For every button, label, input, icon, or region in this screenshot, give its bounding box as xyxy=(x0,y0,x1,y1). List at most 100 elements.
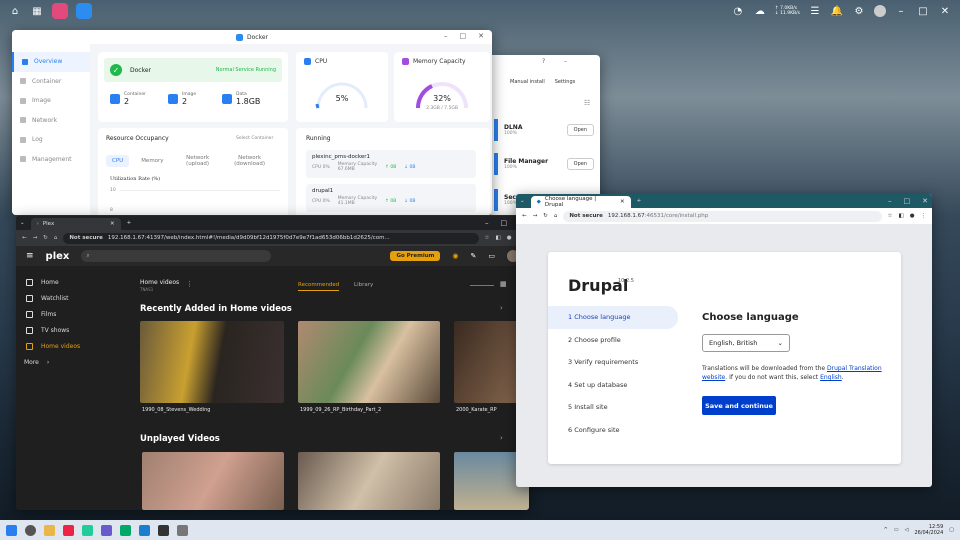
running-item[interactable]: drupal1 CPU 0% Memory Capacity 41.1MB ↑ 0… xyxy=(306,184,476,212)
cast-icon[interactable]: ▭ xyxy=(488,252,495,260)
tab-network-upload[interactable]: Network (upload) xyxy=(176,152,220,170)
nav-home-videos[interactable]: Home videos xyxy=(26,338,128,354)
cloud-icon[interactable]: ☁ xyxy=(753,4,767,18)
speedometer-icon[interactable]: ◔ xyxy=(731,4,745,18)
close-icon[interactable]: ✕ xyxy=(922,197,928,205)
url-field[interactable]: Not secure 192.168.1.67:46531/core/insta… xyxy=(563,210,882,222)
tab-search-icon[interactable]: ⌄ xyxy=(520,198,525,204)
nav-watchlist[interactable]: Watchlist xyxy=(26,290,128,306)
profile-icon[interactable]: ● xyxy=(910,213,915,219)
close-icon[interactable]: ✕ xyxy=(478,32,484,40)
settings-icon[interactable] xyxy=(177,524,188,536)
maximize-icon[interactable]: □ xyxy=(501,219,508,227)
video-thumbnail[interactable] xyxy=(298,321,440,403)
open-button[interactable]: Open xyxy=(566,158,594,170)
apps-grid-icon[interactable]: ▦ xyxy=(30,4,44,18)
settings-icon[interactable]: ⚙ xyxy=(852,4,866,18)
chevron-right-icon[interactable]: › xyxy=(500,304,503,312)
reload-icon[interactable]: ↻ xyxy=(43,235,48,241)
video-thumbnail[interactable] xyxy=(142,452,284,510)
bookmark-star-icon[interactable]: ☆ xyxy=(888,213,893,219)
terminal-icon[interactable] xyxy=(158,524,169,536)
minimize-icon[interactable]: – xyxy=(485,219,489,227)
volume-icon[interactable]: ◁ xyxy=(905,527,909,533)
menu-icon[interactable]: ⋮ xyxy=(921,213,927,219)
settings-button[interactable]: Settings xyxy=(555,79,576,85)
nav-overview[interactable]: Overview xyxy=(12,52,90,72)
tab-search-icon[interactable]: ⌄ xyxy=(20,220,25,226)
clock[interactable]: 12:59 26/04/2024 xyxy=(914,524,943,536)
nav-container[interactable]: Container xyxy=(12,72,90,92)
chevron-up-icon[interactable]: ^ xyxy=(884,527,888,533)
network-icon[interactable]: ▭ xyxy=(894,527,899,533)
tab-memory[interactable]: Memory xyxy=(135,155,169,167)
video-title[interactable]: 1999_09_26_RP_Birthday_Part_2 xyxy=(300,407,381,413)
nav-home[interactable]: Home xyxy=(26,274,128,290)
app-icon[interactable] xyxy=(82,524,93,536)
tab-network-download[interactable]: Network (download) xyxy=(226,152,274,170)
new-tab-icon[interactable]: + xyxy=(637,198,642,204)
nav-more[interactable]: More › xyxy=(24,354,128,370)
edge-icon[interactable] xyxy=(139,524,150,536)
nav-films[interactable]: Films xyxy=(26,306,128,322)
extensions-icon[interactable]: ◧ xyxy=(898,213,903,219)
docker-app-icon[interactable] xyxy=(76,3,92,19)
nav-network[interactable]: Network xyxy=(12,111,90,131)
home-icon[interactable]: ⌂ xyxy=(554,213,558,219)
video-title[interactable]: 1990_08_Stevens_Wedding xyxy=(142,407,210,413)
video-thumbnail[interactable] xyxy=(140,321,284,403)
grid-view-icon[interactable]: ▦ xyxy=(500,280,507,288)
url-field[interactable]: Not secure 192.168.1.67:41397/web/index.… xyxy=(63,232,479,244)
tab-cpu[interactable]: CPU xyxy=(106,155,130,167)
help-icon[interactable]: ? xyxy=(542,58,545,65)
maximize-icon[interactable]: □ xyxy=(460,32,467,40)
chevron-right-icon[interactable]: › xyxy=(500,434,503,442)
back-icon[interactable]: ← xyxy=(522,213,527,219)
nav-tv-shows[interactable]: TV shows xyxy=(26,322,128,338)
video-title[interactable]: 2000_Karate_RP xyxy=(456,407,497,413)
minimize-icon[interactable]: – xyxy=(888,197,892,205)
list-view-icon[interactable]: ☷ xyxy=(584,99,590,107)
open-button[interactable]: Open xyxy=(566,124,594,136)
close-icon[interactable]: ✕ xyxy=(938,4,952,18)
home-icon[interactable]: ⌂ xyxy=(8,4,22,18)
save-and-continue-button[interactable]: Save and continue xyxy=(702,396,776,415)
not-secure-badge[interactable]: Not secure xyxy=(69,235,103,241)
search-input[interactable]: ⌕ xyxy=(81,250,272,262)
select-container-button[interactable]: Select Container xyxy=(236,136,273,141)
home-icon[interactable]: ⌂ xyxy=(54,235,58,241)
bookmark-star-icon[interactable]: ☆ xyxy=(485,235,490,241)
tab-recommended[interactable]: Recommended xyxy=(298,282,340,291)
tools-icon[interactable]: ✎ xyxy=(471,252,477,260)
running-item[interactable]: plexinc_pms-docker1 CPU 0% Memory Capaci… xyxy=(306,150,476,178)
new-tab-icon[interactable]: + xyxy=(127,220,132,226)
forward-icon[interactable]: → xyxy=(533,213,538,219)
maximize-icon[interactable]: □ xyxy=(916,4,930,18)
not-secure-badge[interactable]: Not secure xyxy=(569,213,603,219)
browser-tab[interactable]: ◆ Choose language | Drupal ✕ xyxy=(530,196,631,208)
file-explorer-icon[interactable] xyxy=(44,524,55,536)
nav-image[interactable]: Image xyxy=(12,91,90,111)
nav-management[interactable]: Management xyxy=(12,150,90,170)
chrome-icon[interactable] xyxy=(63,524,74,536)
app-icon[interactable] xyxy=(120,524,131,536)
plex-logo[interactable]: plex xyxy=(46,251,70,262)
avatar[interactable] xyxy=(874,5,886,17)
bell-icon[interactable]: 🔔 xyxy=(830,4,844,18)
close-tab-icon[interactable]: ✕ xyxy=(620,199,625,205)
back-icon[interactable]: ← xyxy=(22,235,27,241)
browser-tab[interactable]: › Plex ✕ xyxy=(30,218,121,230)
english-link[interactable]: English xyxy=(820,374,842,381)
close-tab-icon[interactable]: ✕ xyxy=(110,221,115,227)
notification-icon[interactable]: ▢ xyxy=(949,527,954,533)
app-icon[interactable] xyxy=(101,524,112,536)
hamburger-menu-icon[interactable]: ≡ xyxy=(26,251,34,261)
more-options-icon[interactable]: ⋮ xyxy=(186,280,193,288)
minimize-icon[interactable]: – xyxy=(894,4,908,18)
minimize-icon[interactable]: – xyxy=(564,58,567,65)
video-thumbnail[interactable] xyxy=(298,452,440,510)
app-store-icon[interactable] xyxy=(52,3,68,19)
profile-icon[interactable]: ● xyxy=(507,235,512,241)
size-slider[interactable] xyxy=(470,285,494,286)
go-premium-button[interactable]: Go Premium xyxy=(390,251,441,261)
